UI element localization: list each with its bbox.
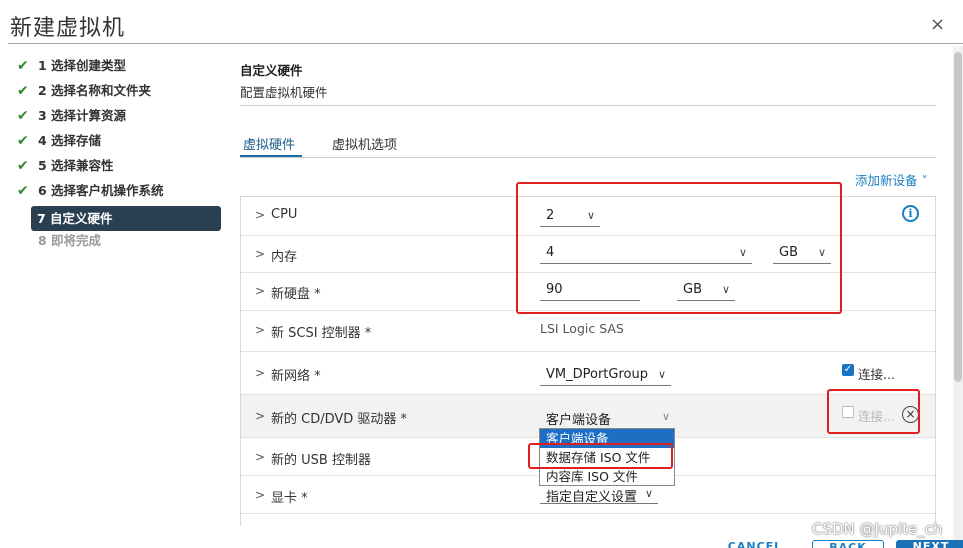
- step-label: 4 选择存储: [38, 133, 102, 148]
- step-label: 1 选择创建类型: [38, 58, 127, 73]
- chevron-down-icon: ∨: [661, 410, 670, 423]
- row-label: CPU: [271, 207, 298, 222]
- hardware-row-memory: > 内存 4 ∨ GB ∨: [241, 236, 935, 273]
- row-label: 新硬盘 *: [271, 287, 321, 302]
- chevron-right-icon[interactable]: >: [255, 409, 265, 423]
- title-bar: 新建虚拟机 ×: [0, 0, 963, 46]
- check-icon: ✔: [17, 183, 29, 199]
- option-content-library-iso[interactable]: 内容库 ISO 文件: [540, 467, 674, 486]
- close-icon[interactable]: ×: [930, 16, 945, 34]
- step-3[interactable]: ✔ 3 选择计算资源: [14, 106, 224, 131]
- row-label: 新的 CD/DVD 驱动器 *: [271, 412, 408, 427]
- chevron-down-icon: ∨: [644, 487, 653, 500]
- row-label: 内存: [271, 250, 298, 265]
- row-label: 显卡 *: [271, 491, 308, 506]
- watermark: CSDN @Jupite_ch: [812, 520, 943, 538]
- cdrom-connect-label: 连接...: [858, 409, 895, 424]
- cdrom-connect-checkbox[interactable]: [842, 406, 854, 418]
- section-title: 自定义硬件: [240, 63, 303, 78]
- network-connect-label: 连接...: [858, 367, 895, 382]
- input-value: 90: [546, 282, 563, 297]
- section-divider: [240, 105, 936, 106]
- step-label: 6 选择客户机操作系统: [38, 183, 164, 198]
- tab-vm-options[interactable]: 虚拟机选项: [332, 134, 397, 158]
- wizard-steps: ✔ 1 选择创建类型 ✔ 2 选择名称和文件夹 ✔ 3 选择计算资源 ✔ 4 选择存储 …: [14, 56, 224, 256]
- select-value: 2: [546, 208, 555, 223]
- step-label: 3 选择计算资源: [38, 108, 127, 123]
- row-label: 新的 USB 控制器: [271, 453, 371, 468]
- step-7-active[interactable]: 7 自定义硬件: [31, 206, 221, 231]
- row-label: 新 SCSI 控制器 *: [271, 326, 372, 341]
- option-datastore-iso[interactable]: 数据存储 ISO 文件: [540, 448, 674, 467]
- chevron-right-icon[interactable]: >: [255, 247, 265, 261]
- memory-size-input[interactable]: 4 ∨: [540, 242, 752, 264]
- check-icon: ✔: [17, 83, 29, 99]
- network-connect-checkbox[interactable]: ✓: [842, 364, 854, 376]
- chevron-right-icon[interactable]: >: [255, 488, 265, 502]
- select-value: 客户端设备: [546, 413, 612, 428]
- chevron-right-icon[interactable]: >: [255, 208, 265, 222]
- add-new-device-button[interactable]: 添加新设备 ˅: [855, 170, 928, 189]
- step-8: 8 即将完成: [38, 233, 102, 248]
- vertical-scrollbar[interactable]: [953, 46, 963, 548]
- cdrom-source-dropdown: 客户端设备 数据存储 ISO 文件 内容库 ISO 文件: [539, 428, 675, 486]
- chevron-right-icon[interactable]: >: [255, 284, 265, 298]
- title-divider: [8, 43, 963, 44]
- cancel-button[interactable]: CANCEL: [720, 540, 790, 548]
- step-4[interactable]: ✔ 4 选择存储: [14, 131, 224, 156]
- chevron-right-icon[interactable]: >: [255, 323, 265, 337]
- chevron-down-icon: ∨: [738, 246, 747, 259]
- select-value: VM_DPortGroup: [546, 367, 648, 382]
- cpu-select[interactable]: 2 ∨: [540, 205, 600, 227]
- scroll-thumb[interactable]: [954, 52, 962, 382]
- section-subtitle: 配置虚拟机硬件: [240, 85, 328, 100]
- back-button[interactable]: BACK: [812, 540, 884, 548]
- select-value: GB: [683, 282, 702, 297]
- next-button[interactable]: NEXT: [896, 540, 963, 548]
- info-icon[interactable]: i: [902, 205, 919, 222]
- cdrom-source-select[interactable]: 客户端设备 ∨: [540, 406, 675, 428]
- check-icon: ✔: [17, 133, 29, 149]
- network-select[interactable]: VM_DPortGroup ∨: [540, 364, 671, 386]
- remove-device-icon[interactable]: ×: [902, 406, 919, 423]
- step-label: 5 选择兼容性: [38, 158, 114, 173]
- hardware-row-cpu: > CPU 2 ∨ i: [241, 197, 935, 236]
- select-value: GB: [779, 245, 798, 260]
- chevron-down-icon: ∨: [721, 283, 730, 296]
- video-select[interactable]: 指定自定义设置 ∨: [540, 484, 658, 505]
- scsi-type-value: LSI Logic SAS: [540, 321, 624, 336]
- chevron-down-icon: ∨: [817, 246, 826, 259]
- select-value: 4: [546, 245, 555, 260]
- step-6[interactable]: ✔ 6 选择客户机操作系统: [14, 181, 224, 206]
- chevron-down-icon: ∨: [586, 209, 595, 222]
- option-client-device[interactable]: 客户端设备: [540, 429, 674, 448]
- disk-unit-select[interactable]: GB ∨: [677, 279, 735, 301]
- hardware-row-scsi: > 新 SCSI 控制器 * LSI Logic SAS: [241, 311, 935, 352]
- memory-unit-select[interactable]: GB ∨: [773, 242, 831, 264]
- dialog-title: 新建虚拟机: [10, 16, 126, 41]
- step-1[interactable]: ✔ 1 选择创建类型: [14, 56, 224, 81]
- step-label: 2 选择名称和文件夹: [38, 83, 152, 98]
- check-icon: ✔: [17, 58, 29, 74]
- hardware-row-network: > 新网络 * VM_DPortGroup ∨ ✓ 连接...: [241, 352, 935, 395]
- row-label: 新网络 *: [271, 369, 321, 384]
- hardware-row-disk: > 新硬盘 * 90 GB ∨: [241, 273, 935, 311]
- chevron-down-icon: ∨: [657, 368, 666, 381]
- tabs-divider: [240, 157, 936, 158]
- check-icon: ✔: [17, 158, 29, 174]
- disk-size-input[interactable]: 90: [540, 279, 640, 301]
- step-2[interactable]: ✔ 2 选择名称和文件夹: [14, 81, 224, 106]
- chevron-right-icon[interactable]: >: [255, 366, 265, 380]
- select-value: 指定自定义设置: [546, 490, 638, 505]
- chevron-right-icon[interactable]: >: [255, 450, 265, 464]
- check-icon: ✔: [17, 108, 29, 124]
- step-5[interactable]: ✔ 5 选择兼容性: [14, 156, 224, 181]
